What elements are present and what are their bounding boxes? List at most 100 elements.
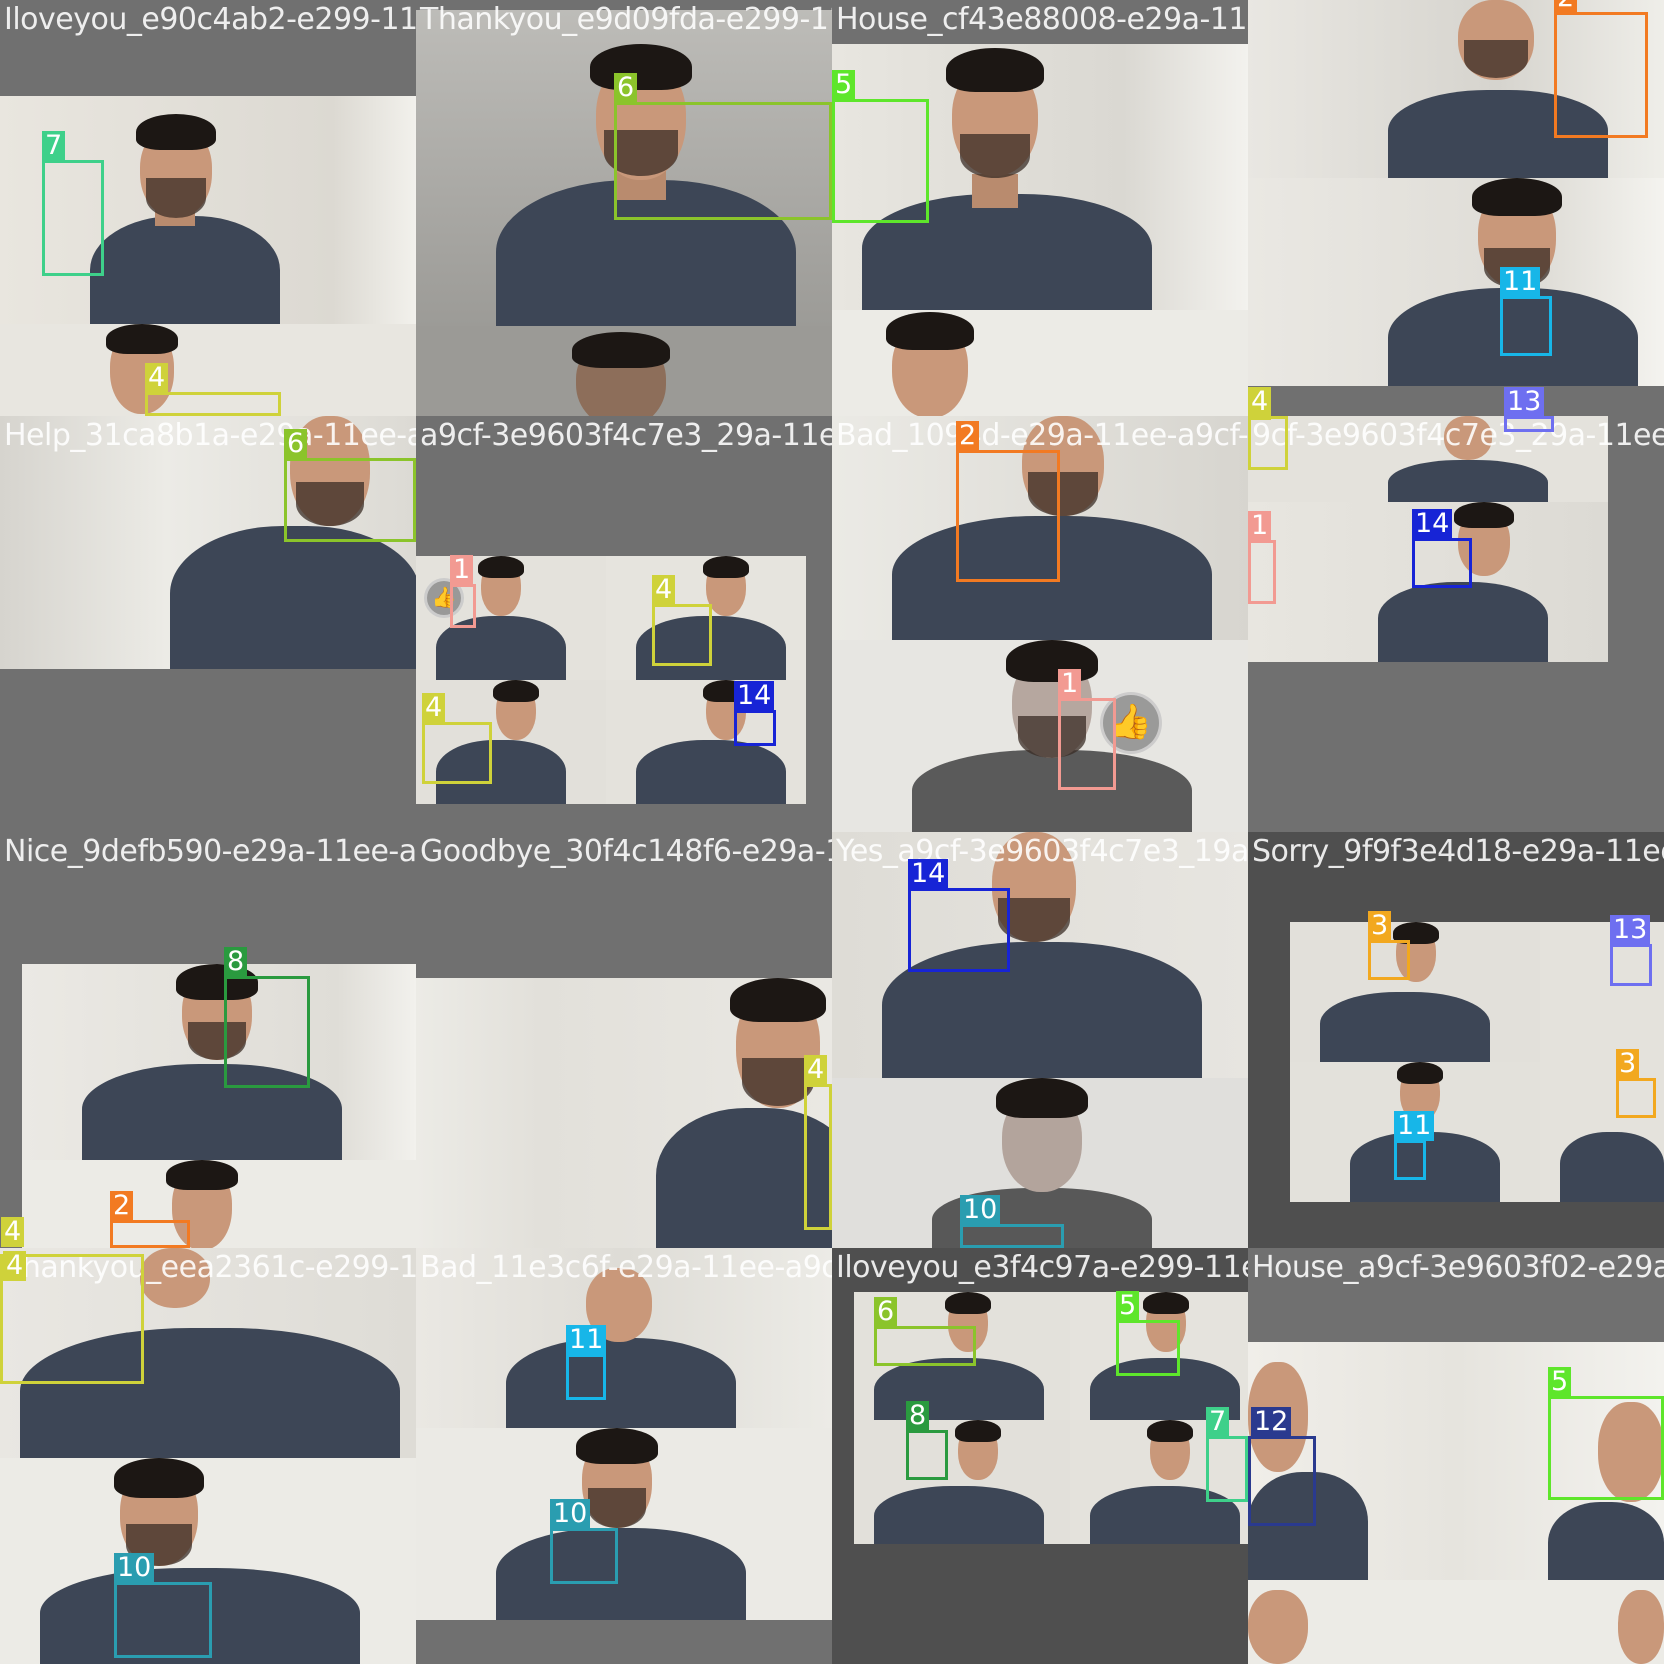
mosaic-tile: Thankyou_eea2361c-e299-11ee-a9cf-3e9603f…: [0, 1248, 416, 1664]
mosaic-tile: 👍 a9cf-3e9603f4c7e3_29a-11ee-a9cf 1 4 4 …: [416, 416, 832, 832]
detection-box: 12: [1248, 1407, 1316, 1526]
detection-box: 3: [1368, 911, 1410, 980]
detection-box: 4: [1248, 416, 1288, 470]
class-label: 12: [1251, 1407, 1292, 1437]
detection-box: 4: [652, 575, 712, 666]
class-label: 6: [614, 73, 638, 103]
class-label: 4: [1248, 416, 1272, 420]
class-label: 1: [1058, 669, 1082, 699]
detection-box: 10: [550, 1499, 618, 1584]
image-caption: Iloveyou_e90c4ab2-e299-11ee-a9cf-3e9603f…: [4, 2, 416, 37]
mosaic-tile: Bad_11e3c6f-e29a-11ee-a9cf-3e9603f4c7e3 …: [416, 1248, 832, 1664]
photo-panel: [854, 1420, 1070, 1544]
detection-box: 6: [284, 429, 416, 542]
detection-box: 2: [956, 421, 1060, 582]
mosaic-tile: House_cf43e88008-e29a-11ee-a9cf-3e9603f4…: [832, 0, 1248, 416]
detection-box: 8: [224, 947, 310, 1088]
detection-box: 6: [874, 1297, 976, 1366]
detection-box: 2: [1554, 0, 1648, 138]
image-caption: Nice_9defb590-e29a-11ee-a9cf-3e9603f4c7e…: [4, 834, 416, 869]
detection-box: 5: [1116, 1291, 1180, 1376]
image-caption: Help_31ca8b1a-e29a-11ee-a9cf-3e9603f4c7e…: [4, 418, 416, 453]
photo-panel: [416, 1620, 832, 1664]
detection-box: 6: [614, 73, 832, 220]
mosaic-grid: { "tiles": [ {"caption": "Iloveyou_e90c4…: [0, 0, 1664, 1664]
detection-box: 10: [960, 1195, 1064, 1248]
detection-box: 7: [42, 131, 104, 276]
mosaic-tile: 2 11 4 13: [1248, 0, 1664, 416]
class-label: 2: [956, 421, 980, 451]
class-label: 13: [1504, 387, 1545, 416]
detection-box: 2: [110, 1191, 190, 1248]
photo-panel: [832, 1078, 1248, 1248]
class-label: 5: [832, 70, 856, 100]
class-label: 14: [1412, 509, 1453, 539]
class-label: 7: [42, 131, 66, 161]
class-label: 13: [1504, 416, 1545, 417]
mosaic-tile: Goodbye_30f4c148f6-e29a-11ee-a9cf-3e9603…: [416, 832, 832, 1248]
class-label: 10: [960, 1195, 1001, 1225]
class-label: 11: [1500, 267, 1541, 297]
class-label: 2: [1554, 0, 1578, 13]
class-label: 14: [734, 681, 775, 711]
class-label: 11: [566, 1325, 607, 1355]
class-label: 1: [450, 555, 474, 585]
photo-panel: [1248, 1580, 1664, 1664]
image-caption: Sorry_9f9f3e4d18-e29a-11ee-a9cf-3e9603f4…: [1252, 834, 1664, 869]
detection-box: 5: [832, 70, 929, 223]
class-label: 4: [652, 575, 676, 605]
image-caption: 9cf-3e9603f4c7e3_29a-11ee-: [1252, 418, 1664, 453]
photo-panel: [832, 640, 1248, 832]
detection-box: 4: [804, 1055, 832, 1230]
mosaic-tile: Sorry_9f9f3e4d18-e29a-11ee-a9cf-3e9603f4…: [1248, 832, 1664, 1248]
class-label: 4: [804, 1055, 828, 1085]
detection-box: 14: [1412, 509, 1472, 588]
mosaic-tile: Thankyou_e9d09fda-e299-11ee-a9cf-3e9603f…: [416, 0, 832, 416]
photo-panel: [22, 1160, 416, 1248]
mosaic-tile: Iloveyou_e90c4ab2-e299-11ee-a9cf-3e9603f…: [0, 0, 416, 416]
detection-box: 8: [906, 1401, 948, 1480]
photo-panel: [0, 416, 416, 669]
detection-box: 14: [908, 859, 1010, 972]
class-label: 10: [550, 1499, 591, 1529]
detection-box: 1: [1058, 669, 1116, 790]
detection-box: 11: [1500, 267, 1552, 356]
mosaic-tile: Iloveyou_e3f4c97a-e299-11ee-a9cf-3e9603f…: [832, 1248, 1248, 1664]
detection-box: 11: [566, 1325, 607, 1400]
class-label: 10: [114, 1553, 155, 1583]
class-label: 13: [1610, 915, 1651, 945]
image-caption: House_cf43e88008-e29a-11ee-a9cf-3e9603f4…: [836, 2, 1248, 37]
class-label: 8: [906, 1401, 930, 1431]
detection-box: 10: [114, 1553, 212, 1658]
class-label: 6: [874, 1297, 898, 1327]
image-caption: Iloveyou_e3f4c97a-e299-11ee-a9cf-3e9603f…: [836, 1250, 1248, 1285]
detection-box: 1: [1248, 511, 1276, 604]
detection-box: 13: [1504, 416, 1554, 432]
image-caption: Yes_a9cf-3e9603f4c7e3_19a-11ee-a9cf: [836, 834, 1248, 869]
class-label: 4: [145, 363, 169, 393]
photo-panel: [416, 978, 832, 1248]
photo-panel: [606, 680, 806, 804]
image-caption: House_a9cf-3e9603f02-e29a-11ee-a9cf: [1252, 1250, 1664, 1285]
class-label: 4: [1248, 387, 1272, 416]
class-label: 4: [3, 1251, 27, 1281]
photo-panel: [416, 1428, 832, 1620]
photo-panel: [416, 326, 832, 416]
photo-panel: [22, 964, 416, 1160]
class-label: 7: [1206, 1407, 1230, 1437]
mosaic-tile: 👍 Bad_1094d-e29a-11ee-a9cf-3e9603f4c7e3 …: [832, 416, 1248, 832]
mosaic-tile: House_a9cf-3e9603f02-e29a-11ee-a9cf 12 5: [1248, 1248, 1664, 1664]
class-label: 6: [284, 429, 308, 459]
detection-box: 4: [422, 693, 492, 784]
class-label: 3: [1616, 1049, 1640, 1079]
photo-panel: [1248, 178, 1664, 386]
class-label: 1: [1248, 511, 1272, 541]
photo-panel: [416, 556, 606, 680]
image-caption: Bad_1094d-e29a-11ee-a9cf-3e9603f4c7e3: [836, 418, 1248, 453]
mosaic-tile: Yes_a9cf-3e9603f4c7e3_19a-11ee-a9cf 14 1…: [832, 832, 1248, 1248]
class-label: 5: [1116, 1291, 1140, 1321]
photo-panel: [1290, 922, 1540, 1062]
detection-box: 4: [0, 1251, 144, 1384]
person: [80, 106, 280, 324]
image-caption: Goodbye_30f4c148f6-e29a-11ee-a9cf-3e9603…: [420, 834, 832, 869]
